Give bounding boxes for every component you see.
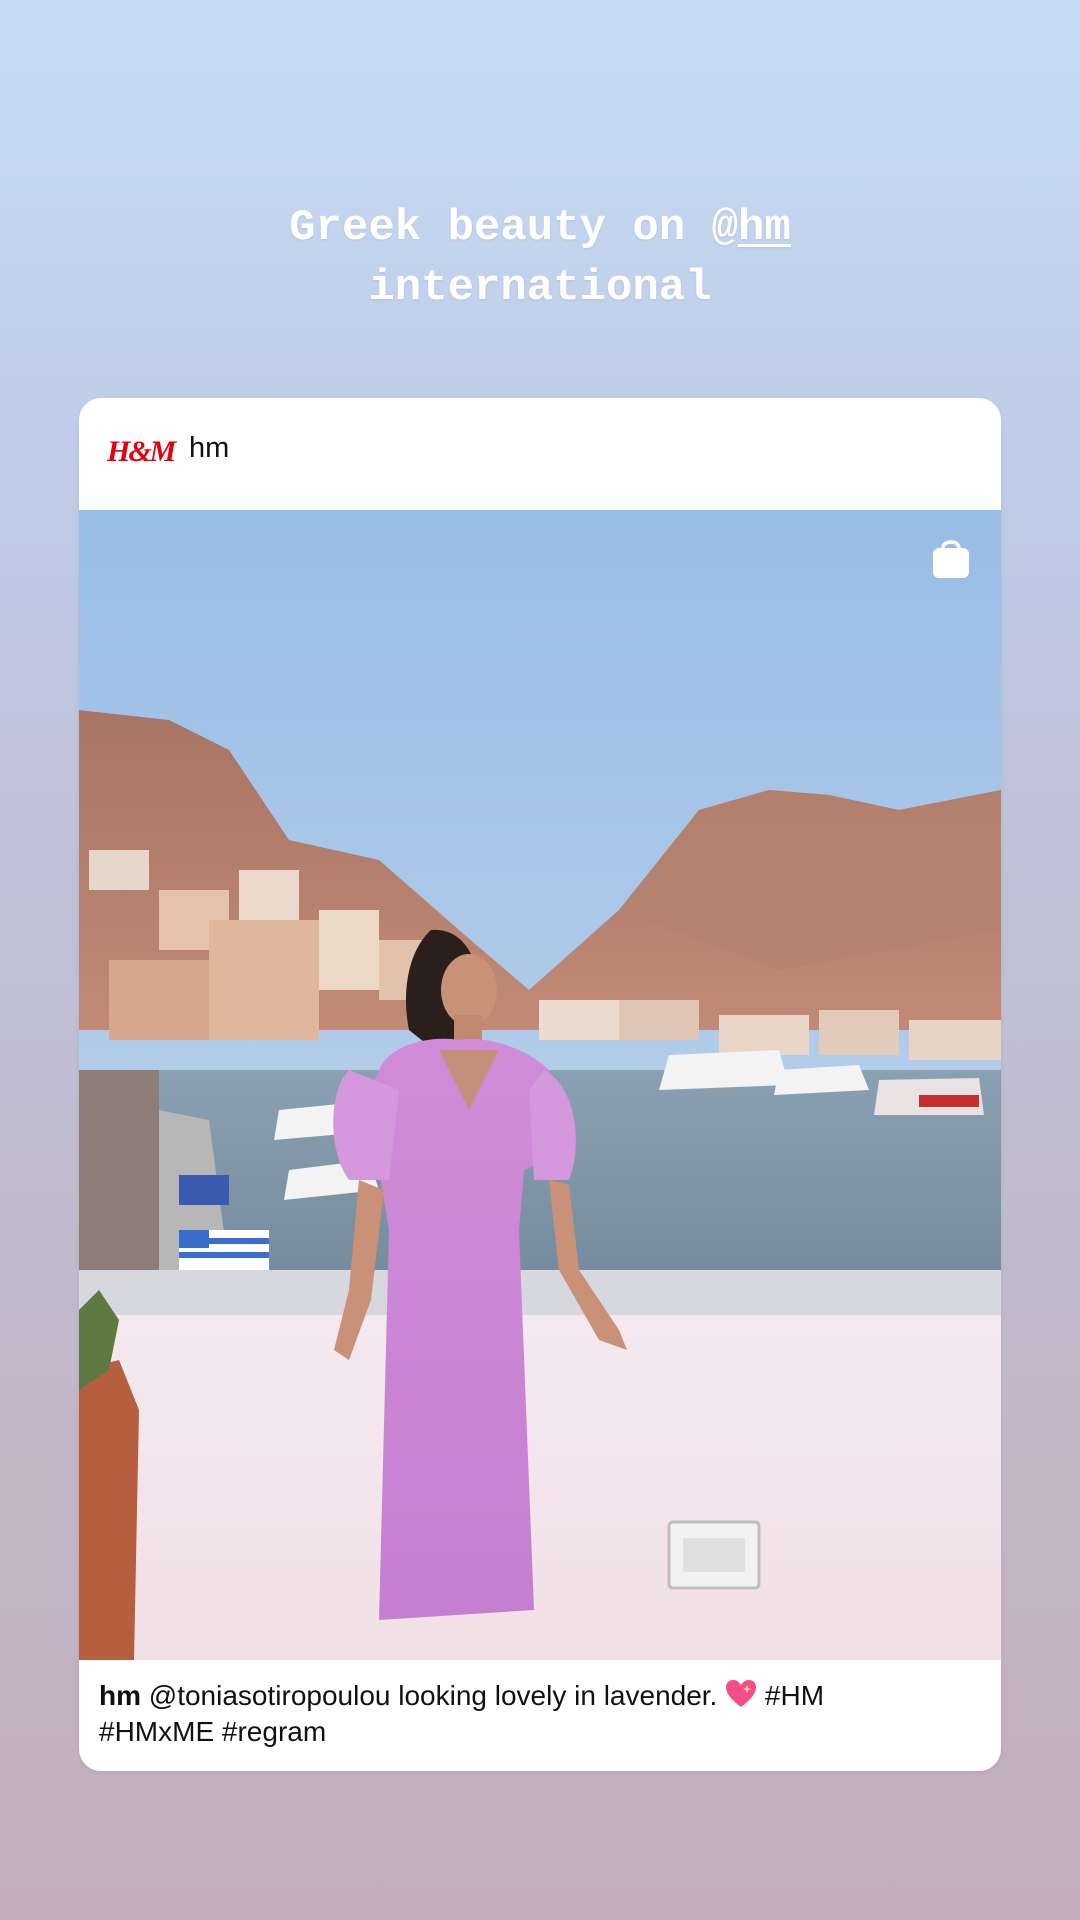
harbor-photo <box>79 510 1001 1660</box>
hm-logo[interactable]: H&M <box>107 428 176 476</box>
story-footer-text: Σ αγαπώ @toniasotiropoulou <box>488 1733 968 1758</box>
caption-username[interactable]: hm <box>99 1680 141 1711</box>
post-photo[interactable] <box>79 510 1001 1660</box>
shared-post-card[interactable]: H&M hm hm @toniasotiropoulou looking lov… <box>79 398 1001 1771</box>
story-mention-hm[interactable]: hm <box>738 203 791 253</box>
caption-text-1: @toniasotiropoulou looking lovely in lav… <box>141 1680 726 1711</box>
caption-text-2: #HM <box>757 1680 825 1711</box>
story-caption-suffix: international <box>368 263 712 313</box>
post-header[interactable]: H&M hm <box>79 398 1001 510</box>
story-caption: Greek beauty on @hm international <box>0 198 1080 318</box>
story-caption-prefix: Greek beauty on @ <box>289 203 739 253</box>
footer-mention[interactable]: @toniasotiropoulou <box>602 1733 858 1758</box>
caption-hashtags[interactable]: #HMxME #regram <box>99 1716 326 1747</box>
sparkling-heart-icon <box>726 1680 757 1707</box>
post-username[interactable]: hm <box>189 432 229 465</box>
shopping-bag-icon[interactable] <box>929 534 973 582</box>
footer-text: Σ αγαπώ <box>488 1733 602 1758</box>
